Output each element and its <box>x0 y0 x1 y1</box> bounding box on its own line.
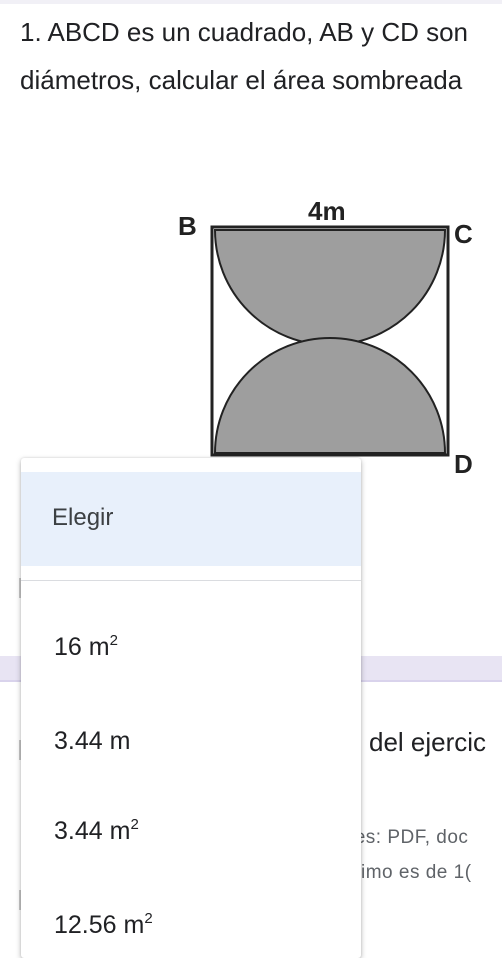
top-divider <box>0 0 502 4</box>
dropdown-option[interactable]: 3.44 m2 <box>54 816 139 846</box>
background-text-ejercicio: del ejercic <box>369 727 487 757</box>
option-value: 16 m <box>54 633 110 661</box>
option-unit-exponent: 2 <box>130 816 139 833</box>
geometry-figure: B 4m C D <box>160 185 480 485</box>
dropdown-option[interactable]: 3.44 m <box>54 726 130 756</box>
option-value: 3.44 m <box>54 817 131 845</box>
answer-dropdown-menu[interactable]: Elegir 16 m2 3.44 m 3.44 m2 12.56 m2 <box>21 458 361 958</box>
option-unit-exponent: 2 <box>144 910 153 927</box>
dropdown-option-label: Elegir <box>52 504 114 531</box>
background-text-files: les: PDF, doc <box>350 827 469 848</box>
option-value: 12.56 m <box>54 911 145 939</box>
question-text: 1. ABCD es un cuadrado, AB y CD son diám… <box>20 17 469 95</box>
label-side: 4m <box>308 196 346 226</box>
dropdown-divider <box>21 580 361 581</box>
option-unit-exponent: 2 <box>109 632 118 649</box>
dropdown-option[interactable]: 12.56 m2 <box>54 910 153 940</box>
dropdown-option-elegir[interactable]: Elegir <box>21 472 361 566</box>
label-b: B <box>178 211 197 241</box>
background-text-max: ximo es de 1( <box>351 862 472 883</box>
shaded-top-region <box>213 229 447 347</box>
option-value: 3.44 m <box>54 727 131 755</box>
dropdown-option[interactable]: 16 m2 <box>54 632 118 662</box>
label-c: C <box>454 219 473 249</box>
label-d: D <box>454 449 473 479</box>
shaded-bottom-region <box>213 336 447 454</box>
square-diagram: B 4m C D <box>178 196 473 479</box>
